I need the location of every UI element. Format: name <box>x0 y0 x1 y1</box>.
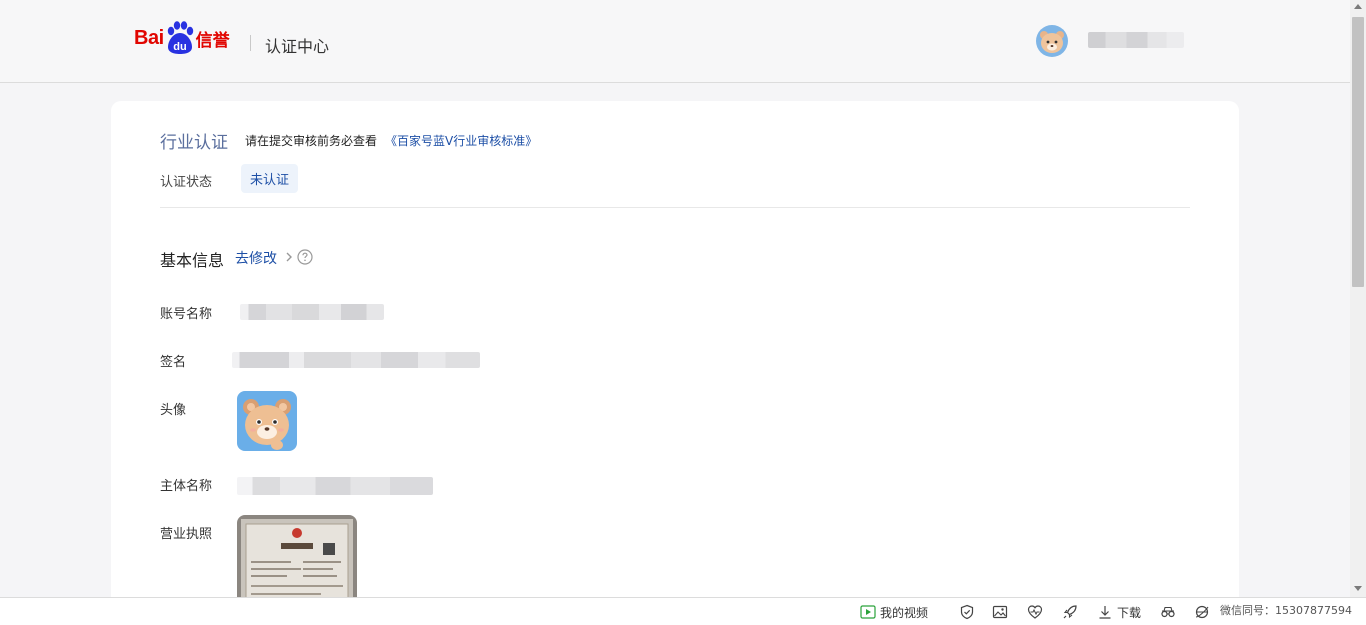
username-redacted[interactable] <box>1088 32 1184 48</box>
business-license-image[interactable] <box>237 515 357 605</box>
site-header: Bai du 信誉 认证中心 <box>0 0 1350 83</box>
image-icon <box>992 605 1008 619</box>
account-avatar-image <box>237 391 297 451</box>
video-play-icon <box>860 605 876 619</box>
rocket-button[interactable] <box>1062 603 1078 621</box>
page-title: 认证中心 <box>265 37 330 56</box>
review-note: 请在提交审核前务必查看 <box>245 134 378 148</box>
page-scrollbar[interactable] <box>1350 0 1366 597</box>
header-divider <box>250 35 251 51</box>
basic-info-title: 基本信息 <box>160 251 225 270</box>
review-standard-link[interactable]: 《百家号蓝V行业审核标准》 <box>385 132 537 149</box>
heart-pulse-icon <box>1027 605 1043 619</box>
signature-label: 签名 <box>160 355 187 370</box>
incognito-button[interactable] <box>1160 603 1176 621</box>
avatar-label: 头像 <box>160 403 187 418</box>
browser-status-bar: 我的视频 下载 微信同号：15307877594 <box>0 597 1366 625</box>
download-icon <box>1099 606 1111 619</box>
rocket-icon <box>1063 605 1077 619</box>
glasses-icon <box>1161 606 1175 618</box>
verification-status-badge: 未认证 <box>241 164 299 193</box>
health-button[interactable] <box>1027 603 1043 621</box>
ie-icon <box>1195 605 1209 619</box>
bear-avatar-icon <box>1036 25 1068 57</box>
baidu-xinyu-logo[interactable]: Bai du 信誉 <box>134 20 230 56</box>
scroll-down-arrow-icon[interactable] <box>1354 586 1362 591</box>
logo-du: du <box>173 41 186 53</box>
shield-button[interactable] <box>959 603 975 621</box>
verification-card: 行业认证 请在提交审核前务必查看 《百家号蓝V行业审核标准》 认证状态 未认证 … <box>111 101 1239 621</box>
user-avatar[interactable] <box>1036 25 1068 57</box>
logo-xinyu: 信誉 <box>195 30 230 51</box>
watermark-text: 微信同号：15307877594 <box>1220 604 1352 617</box>
chevron-right-icon[interactable] <box>284 250 294 264</box>
my-video-button[interactable]: 我的视频 <box>860 603 928 621</box>
license-photo-icon <box>237 515 357 605</box>
scroll-thumb[interactable] <box>1352 17 1364 287</box>
shield-icon <box>960 604 974 620</box>
edit-info-link[interactable]: 去修改 <box>235 248 277 268</box>
signature-redacted <box>232 352 480 368</box>
business-license-label: 营业执照 <box>160 527 213 542</box>
help-icon[interactable] <box>297 249 313 265</box>
scroll-up-arrow-icon[interactable] <box>1354 4 1362 9</box>
ie-mode-button[interactable] <box>1194 603 1210 621</box>
logo-bai: Bai <box>134 26 164 49</box>
subject-name-label: 主体名称 <box>160 479 213 494</box>
account-name-label: 账号名称 <box>160 307 213 322</box>
download-button[interactable]: 下载 <box>1097 603 1141 621</box>
section-divider <box>160 207 1190 208</box>
my-video-label: 我的视频 <box>880 605 929 620</box>
bear-avatar-icon <box>237 391 297 451</box>
download-label: 下载 <box>1117 605 1142 620</box>
account-name-redacted <box>240 304 384 320</box>
industry-verification-title: 行业认证 <box>160 133 228 153</box>
subject-name-redacted <box>237 477 433 495</box>
verification-status-label: 认证状态 <box>160 175 213 190</box>
baidu-paw-icon: du <box>167 21 193 54</box>
image-button[interactable] <box>992 603 1008 621</box>
